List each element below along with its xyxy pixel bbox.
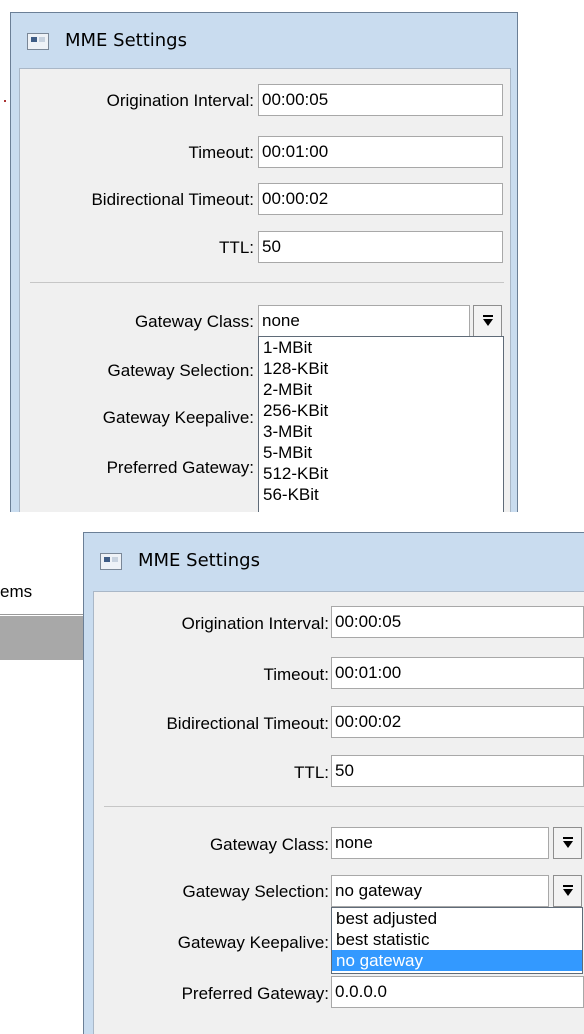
- ttl-field[interactable]: 50: [331, 755, 584, 787]
- chevron-down-icon: [482, 319, 493, 326]
- background-menu-text: ems: [0, 582, 33, 601]
- gateway-class-dropdown-button[interactable]: [473, 305, 502, 337]
- dropdown-option[interactable]: 56-KBit: [259, 484, 503, 505]
- settings-panel: Origination Interval: 00:00:05 Timeout: …: [93, 591, 584, 1034]
- bidirectional-timeout-label: Bidirectional Timeout:: [166, 714, 329, 733]
- preferred-gateway-label: Preferred Gateway:: [181, 984, 329, 1003]
- title-bar[interactable]: MME Settings: [84, 533, 584, 591]
- title-bar[interactable]: MME Settings: [11, 13, 517, 68]
- dropdown-option[interactable]: best statistic: [332, 929, 582, 950]
- gateway-class-combo[interactable]: none: [331, 827, 549, 859]
- dropdown-option[interactable]: 2-MBit: [259, 379, 503, 400]
- gateway-keepalive-label: Gateway Keepalive:: [102, 408, 254, 427]
- dropdown-option[interactable]: 5-MBit: [259, 442, 503, 463]
- timeout-field[interactable]: 00:01:00: [331, 657, 584, 689]
- gateway-keepalive-label: Gateway Keepalive:: [177, 933, 329, 952]
- dropdown-option[interactable]: 256-KBit: [259, 400, 503, 421]
- mme-settings-window-2: MME Settings Origination Interval: 00:00…: [83, 532, 584, 1034]
- gateway-class-dropdown-list: 1-MBit 128-KBit 2-MBit 256-KBit 3-MBit 5…: [258, 336, 504, 512]
- chevron-down-icon: [562, 841, 573, 848]
- dropdown-bar-icon: [562, 885, 573, 887]
- dropdown-option[interactable]: best adjusted: [332, 908, 582, 929]
- gateway-class-dropdown-button[interactable]: [553, 827, 582, 859]
- background-panel: [0, 616, 83, 660]
- window-title: MME Settings: [65, 30, 187, 51]
- dropdown-bar-icon: [562, 837, 573, 839]
- mme-settings-window-1: MME Settings Origination Interval: 00:00…: [10, 12, 518, 512]
- dropdown-bar-icon: [482, 315, 493, 317]
- origination-interval-label: Origination Interval:: [106, 91, 254, 110]
- dropdown-option[interactable]: 512-KBit: [259, 463, 503, 484]
- gateway-class-label: Gateway Class:: [134, 312, 254, 331]
- dropdown-option[interactable]: 3-MBit: [259, 421, 503, 442]
- timeout-field[interactable]: 00:01:00: [258, 136, 503, 168]
- origination-interval-field[interactable]: 00:00:05: [258, 84, 503, 116]
- bidirectional-timeout-field[interactable]: 00:00:02: [258, 183, 503, 215]
- gateway-selection-dropdown-list: best adjusted best statistic no gateway: [331, 907, 583, 974]
- gateway-class-combo[interactable]: none: [258, 305, 470, 337]
- origination-interval-field[interactable]: 00:00:05: [331, 606, 584, 638]
- dropdown-option[interactable]: 1-MBit: [259, 337, 503, 358]
- section-divider: [104, 806, 584, 807]
- dropdown-option-selected[interactable]: no gateway: [332, 950, 582, 971]
- ttl-label: TTL:: [294, 763, 329, 782]
- chevron-down-icon: [562, 889, 573, 896]
- background-fragment: [4, 100, 6, 102]
- preferred-gateway-field[interactable]: 0.0.0.0: [331, 976, 584, 1008]
- gateway-selection-value: no gateway: [335, 881, 422, 900]
- gateway-class-value: none: [335, 833, 373, 852]
- window-app-icon: [100, 553, 122, 570]
- bidirectional-timeout-label: Bidirectional Timeout:: [91, 190, 254, 209]
- preferred-gateway-label: Preferred Gateway:: [106, 458, 254, 477]
- dropdown-option[interactable]: 128-KBit: [259, 358, 503, 379]
- section-divider: [30, 282, 504, 283]
- window-app-icon: [27, 33, 49, 50]
- timeout-label: Timeout:: [263, 665, 329, 684]
- ttl-label: TTL:: [219, 238, 254, 257]
- gateway-selection-combo[interactable]: no gateway: [331, 875, 549, 907]
- timeout-label: Timeout:: [188, 143, 254, 162]
- gateway-class-value: none: [262, 311, 300, 330]
- gateway-selection-dropdown-button[interactable]: [553, 875, 582, 907]
- ttl-field[interactable]: 50: [258, 231, 503, 263]
- origination-interval-label: Origination Interval:: [181, 614, 329, 633]
- bidirectional-timeout-field[interactable]: 00:00:02: [331, 706, 584, 738]
- window-title: MME Settings: [138, 550, 260, 571]
- gateway-class-label: Gateway Class:: [209, 835, 329, 854]
- background-divider: [0, 614, 83, 615]
- settings-panel: Origination Interval: 00:00:05 Timeout: …: [19, 68, 511, 512]
- gateway-selection-label: Gateway Selection:: [107, 361, 254, 380]
- gateway-selection-label: Gateway Selection:: [182, 882, 329, 901]
